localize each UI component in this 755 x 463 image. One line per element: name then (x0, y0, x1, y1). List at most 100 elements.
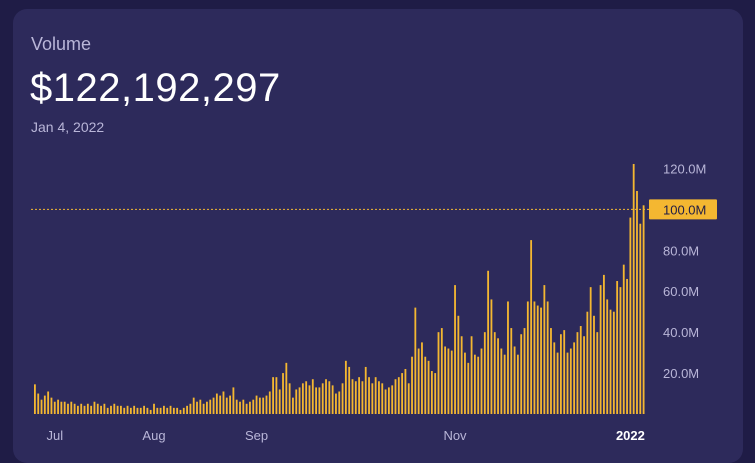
volume-bar[interactable] (172, 407, 175, 414)
volume-bar[interactable] (136, 407, 139, 414)
volume-bar[interactable] (159, 407, 162, 414)
volume-bar[interactable] (593, 315, 595, 414)
volume-bar[interactable] (153, 403, 155, 414)
volume-bar[interactable] (235, 399, 238, 414)
volume-bar[interactable] (186, 405, 188, 414)
volume-bar[interactable] (285, 362, 288, 414)
volume-bar[interactable] (364, 366, 367, 414)
volume-bar[interactable] (308, 385, 311, 414)
volume-bar[interactable] (483, 332, 486, 414)
volume-bar[interactable] (179, 409, 182, 414)
volume-bar[interactable] (335, 393, 337, 414)
volume-bar[interactable] (262, 397, 265, 414)
volume-bar[interactable] (477, 356, 480, 414)
volume-bar[interactable] (143, 405, 145, 414)
volume-bar[interactable] (232, 387, 235, 414)
volume-bar[interactable] (202, 403, 205, 414)
volume-bar[interactable] (417, 348, 420, 414)
volume-bar[interactable] (391, 385, 394, 414)
volume-bar[interactable] (464, 352, 466, 414)
volume-bar[interactable] (169, 405, 172, 414)
volume-bar[interactable] (348, 366, 351, 414)
volume-bar[interactable] (73, 403, 76, 414)
volume-bar[interactable] (374, 377, 377, 414)
volume-bar[interactable] (129, 407, 132, 414)
volume-bar[interactable] (252, 399, 255, 414)
volume-bar[interactable] (467, 362, 470, 414)
volume-bar[interactable] (275, 377, 278, 414)
volume-bar[interactable] (133, 405, 136, 414)
volume-bar[interactable] (139, 407, 142, 414)
volume-bar[interactable] (543, 285, 546, 414)
volume-bar[interactable] (563, 330, 566, 414)
volume-bar[interactable] (566, 352, 569, 414)
volume-bar[interactable] (106, 407, 109, 414)
volume-bar[interactable] (192, 397, 195, 414)
volume-bar[interactable] (176, 407, 179, 414)
volume-bar[interactable] (298, 387, 301, 414)
volume-bar[interactable] (394, 379, 397, 414)
volume-bar[interactable] (341, 383, 344, 414)
volume-bar[interactable] (533, 301, 536, 414)
volume-bar[interactable] (609, 309, 612, 414)
volume-bar[interactable] (381, 383, 384, 414)
volume-bar[interactable] (116, 405, 119, 414)
volume-bar[interactable] (338, 391, 341, 414)
volume-bar[interactable] (407, 383, 410, 414)
volume-bar[interactable] (636, 190, 638, 414)
volume-bar[interactable] (530, 240, 533, 414)
volume-bar[interactable] (321, 383, 324, 414)
volume-bar[interactable] (43, 395, 46, 414)
volume-bar[interactable] (80, 403, 83, 414)
volume-bar[interactable] (503, 354, 506, 414)
volume-bar[interactable] (546, 301, 549, 414)
volume-bar[interactable] (113, 403, 116, 414)
volume-bar[interactable] (457, 315, 460, 414)
volume-bar[interactable] (328, 381, 331, 414)
volume-bar[interactable] (510, 328, 513, 414)
volume-bar[interactable] (40, 399, 43, 414)
volume-bar[interactable] (229, 395, 231, 414)
volume-bar[interactable] (576, 332, 579, 414)
volume-bar[interactable] (397, 377, 400, 414)
volume-bar[interactable] (268, 391, 271, 414)
volume-bar[interactable] (602, 274, 605, 414)
volume-bar[interactable] (536, 305, 539, 414)
volume-bar[interactable] (53, 401, 56, 414)
volume-bar[interactable] (249, 401, 251, 414)
volume-bar[interactable] (305, 381, 308, 414)
volume-bar[interactable] (311, 379, 314, 414)
volume-bar[interactable] (245, 403, 248, 414)
volume-bar[interactable] (103, 403, 106, 414)
volume-bar[interactable] (50, 397, 53, 414)
volume-bar[interactable] (569, 348, 572, 414)
volume-bar[interactable] (86, 403, 89, 414)
volume-bar[interactable] (225, 397, 228, 414)
volume-bar[interactable] (642, 205, 645, 414)
volume-bar[interactable] (629, 217, 632, 414)
volume-bar[interactable] (487, 270, 490, 414)
volume-bar[interactable] (427, 360, 430, 414)
volume-bar[interactable] (460, 336, 463, 414)
volume-bar[interactable] (67, 403, 69, 414)
volume-bar[interactable] (110, 405, 112, 414)
volume-bar[interactable] (149, 409, 152, 414)
volume-bar[interactable] (206, 401, 208, 414)
volume-bar[interactable] (447, 348, 450, 414)
volume-bar[interactable] (315, 387, 318, 414)
volume-bar[interactable] (622, 264, 625, 414)
volume-bar[interactable] (586, 311, 589, 414)
volume-bar[interactable] (354, 381, 357, 414)
volume-bar[interactable] (371, 383, 374, 414)
volume-bar[interactable] (258, 397, 261, 414)
volume-bar[interactable] (215, 393, 218, 414)
volume-bar[interactable] (219, 395, 222, 414)
volume-bar[interactable] (272, 377, 274, 414)
volume-bar[interactable] (156, 407, 159, 414)
volume-bar[interactable] (384, 389, 387, 414)
volume-bar[interactable] (599, 285, 602, 414)
volume-bar[interactable] (579, 326, 582, 414)
volume-bar[interactable] (639, 223, 642, 414)
volume-bar[interactable] (632, 163, 635, 414)
volume-bar[interactable] (573, 342, 576, 414)
